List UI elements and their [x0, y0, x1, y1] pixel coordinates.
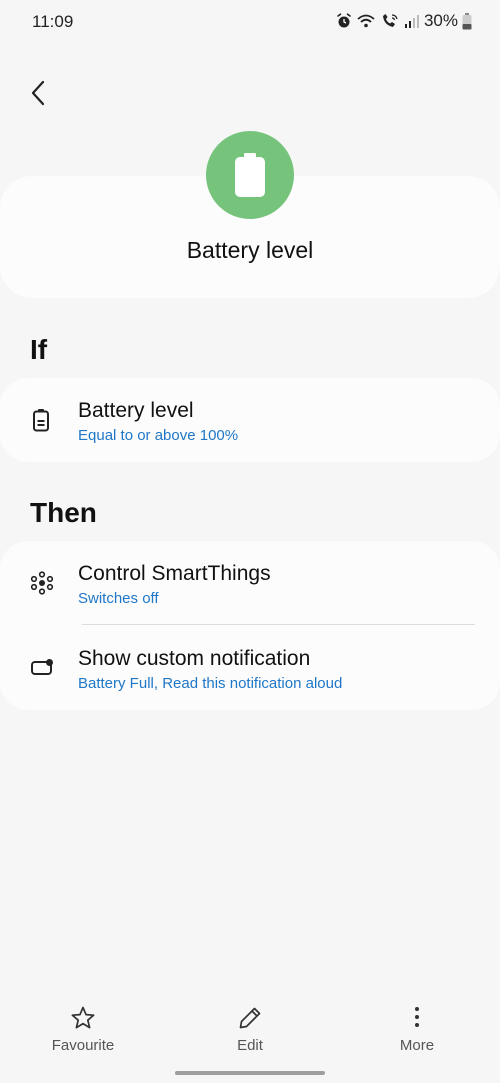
condition-title: Battery level	[78, 399, 194, 422]
action-title: Show custom notification	[78, 647, 311, 670]
favourite-label: Favourite	[51, 1037, 115, 1054]
edit-button[interactable]: Edit	[180, 1005, 320, 1054]
action-title: Control SmartThings	[78, 562, 271, 585]
battery-percent: 30%	[423, 11, 458, 30]
action-subtitle: Battery Full, Read this notification alo…	[78, 675, 343, 692]
more-label: More	[399, 1037, 435, 1054]
wifi-calling-icon	[382, 14, 398, 27]
if-card: Battery level Equal to or above 100%	[0, 378, 500, 462]
home-indicator[interactable]	[175, 1071, 325, 1075]
favourite-button[interactable]: Favourite	[13, 1005, 153, 1054]
action-subtitle: Switches off	[78, 590, 159, 607]
edit-label: Edit	[237, 1037, 263, 1054]
wifi-icon	[357, 14, 375, 28]
status-icons: 30%	[336, 11, 472, 31]
back-button[interactable]	[26, 78, 54, 108]
status-bar: 11:09 30%	[0, 0, 500, 44]
status-time: 11:09	[32, 12, 74, 31]
bottom-toolbar: Favourite Edit More	[0, 995, 500, 1065]
condition-battery-level[interactable]: Battery level Equal to or above 100%	[0, 378, 500, 462]
signal-icon	[404, 15, 419, 28]
alarm-icon	[337, 13, 351, 28]
header-icon-circle	[206, 131, 294, 219]
page-title: Battery level	[186, 237, 314, 263]
more-vertical-icon	[415, 1007, 419, 1027]
then-heading: Then	[30, 497, 97, 528]
divider	[82, 624, 475, 625]
if-heading: If	[30, 334, 48, 365]
battery-icon	[235, 153, 265, 197]
action-control-smartthings[interactable]: Control SmartThings Switches off	[0, 541, 500, 625]
pencil-icon	[239, 1007, 261, 1029]
star-icon	[71, 1006, 95, 1029]
chevron-left-icon	[31, 80, 45, 106]
notification-icon	[31, 659, 53, 675]
action-show-custom-notification[interactable]: Show custom notification Battery Full, R…	[0, 626, 500, 710]
battery-status-icon	[462, 12, 472, 29]
smartthings-icon	[30, 571, 54, 595]
battery-icon	[33, 409, 49, 432]
more-button[interactable]: More	[347, 1005, 487, 1054]
then-card: Control SmartThings Switches off Show cu…	[0, 541, 500, 710]
condition-subtitle: Equal to or above 100%	[78, 427, 239, 444]
